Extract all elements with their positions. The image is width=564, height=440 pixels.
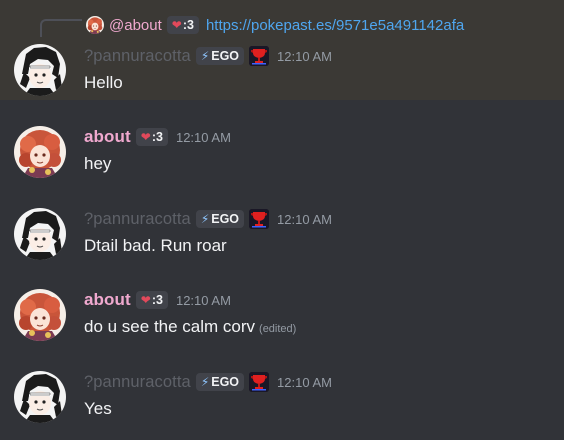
timestamp[interactable]: 12:10 AM	[176, 293, 231, 308]
reply-connector	[40, 19, 82, 37]
message-text: Hello	[84, 73, 123, 92]
edited-label: (edited)	[259, 323, 297, 335]
message-header: ?pannuracotta ⚡ EGO 12:10 AM	[84, 372, 332, 392]
timestamp[interactable]: 12:10 AM	[176, 130, 231, 145]
author-name[interactable]: about	[84, 127, 131, 147]
message-text: Dtail bad. Run roar	[84, 236, 227, 255]
timestamp[interactable]: 12:10 AM	[277, 212, 332, 227]
heart-icon: ❤	[140, 130, 151, 144]
author-tag: ⚡ EGO	[195, 47, 245, 65]
author-name[interactable]: ?pannuracotta	[84, 373, 191, 392]
heart-icon: ❤	[140, 293, 151, 307]
message-hey[interactable]: about ❤ :3 12:10 AM hey	[0, 118, 564, 188]
lightning-icon: ⚡	[200, 375, 210, 389]
message-text: Yes	[84, 399, 112, 418]
heart-icon: ❤	[171, 18, 182, 32]
avatar[interactable]	[14, 126, 66, 178]
trophy-icon[interactable]	[249, 209, 270, 229]
reply-author-name[interactable]: @about	[109, 17, 162, 34]
avatar[interactable]	[14, 208, 66, 260]
message-header: about ❤ :3 12:10 AM	[84, 290, 231, 310]
message-yes[interactable]: ?pannuracotta ⚡ EGO 12:10 AM Yes	[0, 363, 564, 433]
avatar[interactable]	[14, 44, 66, 96]
message-text: do u see the calm corv (edited)	[84, 317, 297, 336]
message-header: about ❤ :3 12:10 AM	[84, 127, 231, 147]
reply-author-tag: ❤ :3	[166, 16, 199, 34]
trophy-icon[interactable]	[249, 372, 270, 392]
message-calm-corv[interactable]: about ❤ :3 12:10 AM do u see the calm co…	[0, 281, 564, 351]
reply-avatar[interactable]	[86, 16, 104, 34]
reply-preview[interactable]: @about ❤ :3 https://pokepast.es/9571e5a4…	[86, 14, 464, 36]
timestamp[interactable]: 12:10 AM	[277, 49, 332, 64]
author-tag: ⚡ EGO	[195, 210, 245, 228]
message-text: hey	[84, 154, 112, 173]
lightning-icon: ⚡	[200, 49, 210, 63]
avatar[interactable]	[14, 371, 66, 423]
reply-link[interactable]: https://pokepast.es/9571e5a491142afa	[206, 17, 464, 34]
author-tag: ❤ :3	[135, 291, 168, 309]
avatar[interactable]	[14, 289, 66, 341]
message-header: ?pannuracotta ⚡ EGO 12:10 AM	[84, 209, 332, 229]
message-header: ?pannuracotta ⚡ EGO 12:10 AM	[84, 46, 332, 66]
author-tag: ❤ :3	[135, 128, 168, 146]
message-dtail[interactable]: ?pannuracotta ⚡ EGO 12:10 AM Dtail bad. …	[0, 200, 564, 270]
lightning-icon: ⚡	[200, 212, 210, 226]
author-name[interactable]: ?pannuracotta	[84, 210, 191, 229]
message-hello[interactable]: @about ❤ :3 https://pokepast.es/9571e5a4…	[0, 0, 564, 100]
author-tag: ⚡ EGO	[195, 373, 245, 391]
timestamp[interactable]: 12:10 AM	[277, 375, 332, 390]
trophy-icon[interactable]	[249, 46, 270, 66]
author-name[interactable]: about	[84, 290, 131, 310]
author-name[interactable]: ?pannuracotta	[84, 47, 191, 66]
